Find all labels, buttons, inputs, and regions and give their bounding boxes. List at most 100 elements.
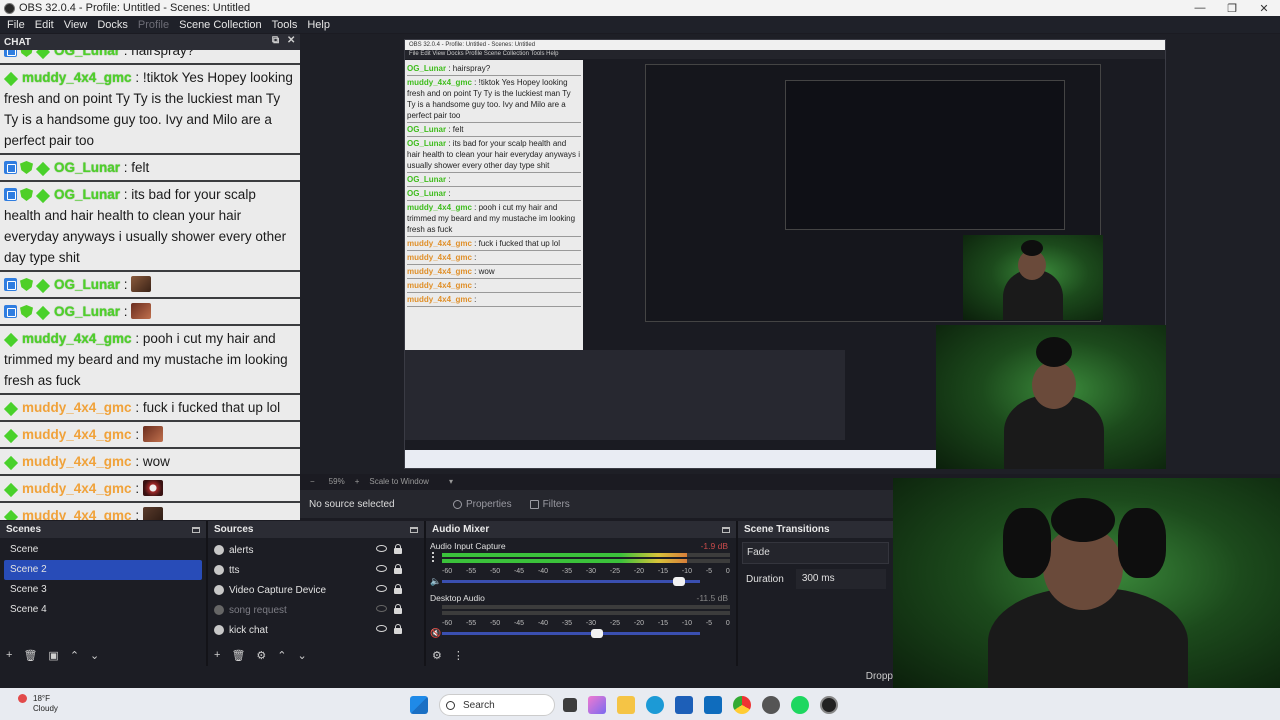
lock-icon[interactable] [394,624,402,634]
close-dock-icon[interactable]: ✕ [287,35,295,46]
menu-file[interactable]: File [2,19,30,31]
volume-slider[interactable] [442,629,700,638]
scenes-dock: Scenes Scene Scene 2 Scene 3 Scene 4 + 🗑 ▣ … [0,521,208,666]
task-view-icon[interactable] [563,698,577,712]
visibility-eye-icon[interactable] [376,545,387,552]
add-scene-button[interactable]: + [6,649,12,661]
sources-header: Sources [208,521,424,538]
store-icon[interactable] [675,696,693,714]
source-item[interactable]: kick chat [208,620,424,640]
channel-db: -11.5 dB [696,593,728,603]
add-source-button[interactable]: + [214,649,220,661]
scale-dropdown-icon[interactable]: ▾ [449,477,453,486]
volume-meter [442,559,730,563]
remove-scene-button[interactable]: 🗑 [23,649,37,662]
source-properties-button[interactable]: ⚙ [256,649,266,662]
chat-message-list[interactable]: OG_Lunar : hairspray? muddy_4x4_gmc : !ti… [0,50,300,520]
nested-chat-text: : [471,253,477,262]
file-explorer-icon[interactable] [617,696,635,714]
sources-title: Sources [214,524,254,535]
chat-username[interactable]: muddy_4x4_gmc [22,400,132,415]
copilot-icon[interactable] [588,696,606,714]
volume-slider[interactable] [442,577,700,586]
filters-button[interactable]: Filters [529,499,570,510]
float-dock-icon[interactable]: ⧉ [272,35,279,46]
chat-username[interactable]: OG_Lunar [54,50,120,58]
minimize-button[interactable]: — [1184,0,1216,16]
visibility-eye-icon[interactable] [376,605,387,612]
float-dock-icon[interactable] [410,526,418,533]
visibility-eye-icon[interactable] [376,625,387,632]
source-item[interactable]: song request [208,600,424,620]
outlook-icon[interactable] [704,696,722,714]
remove-source-button[interactable]: 🗑 [231,649,245,662]
menu-view[interactable]: View [59,19,93,31]
edge-icon[interactable] [646,696,664,714]
lock-icon[interactable] [394,544,402,554]
chat-username[interactable]: muddy_4x4_gmc [22,427,132,442]
chat-username[interactable]: OG_Lunar [54,277,120,292]
move-up-button[interactable]: ⌃ [70,649,79,662]
spotify-icon[interactable] [791,696,809,714]
menu-scene-collection[interactable]: Scene Collection [174,19,267,31]
menu-docks[interactable]: Docks [92,19,133,31]
zoom-in-button[interactable]: + [355,477,360,486]
maximize-button[interactable]: ❐ [1216,0,1248,16]
source-item[interactable]: tts [208,560,424,580]
menu-profile[interactable]: Profile [133,19,174,31]
transition-select[interactable]: Fade [742,542,889,564]
lock-icon[interactable] [394,564,402,574]
source-item[interactable]: alerts [208,540,424,560]
chrome-icon[interactable] [733,696,751,714]
scene-item[interactable]: Scene 2 [4,560,202,580]
advanced-audio-button[interactable]: ⚙ [432,649,442,662]
slider-knob[interactable] [590,629,603,638]
lock-icon[interactable] [394,584,402,594]
chat-username[interactable]: OG_Lunar [54,160,120,175]
nested-menu: File Edit View Docks Profile Scene Colle… [405,50,1165,59]
scale-mode-select[interactable]: Scale to Window [369,477,429,486]
float-dock-icon[interactable] [192,526,200,533]
chat-username[interactable]: OG_Lunar [54,187,120,202]
weather-widget[interactable]: 18°F Cloudy [18,694,58,714]
visibility-eye-icon[interactable] [376,565,387,572]
speaker-icon[interactable]: 🔈 [430,576,441,586]
menu-tools[interactable]: Tools [267,19,303,31]
menu-edit[interactable]: Edit [30,19,59,31]
chat-username[interactable]: muddy_4x4_gmc [22,70,132,85]
obs-taskbar-icon[interactable] [820,696,838,714]
meter-tick-label: -25 [609,620,621,627]
chat-username[interactable]: muddy_4x4_gmc [22,454,132,469]
lock-icon[interactable] [394,604,402,614]
meter-tick-label: -45 [513,568,525,575]
nested-chat-message: OG_Lunar : felt [407,123,581,137]
nested-chat-message: muddy_4x4_gmc : [407,293,581,307]
taskbar-search[interactable]: Search [439,694,555,716]
muted-speaker-icon[interactable]: 🔇 [430,628,441,638]
slider-knob[interactable] [673,577,686,586]
scene-item[interactable]: Scene [4,540,202,560]
menu-help[interactable]: Help [302,19,335,31]
chat-username[interactable]: muddy_4x4_gmc [22,331,132,346]
scene-item[interactable]: Scene 3 [4,580,202,600]
close-button[interactable]: ✕ [1248,0,1280,16]
scene-filters-button[interactable]: ▣ [48,649,58,662]
emote-icon [131,303,152,319]
windows-start-icon[interactable] [410,696,428,714]
source-item[interactable]: Video Capture Device [208,580,424,600]
duration-input[interactable]: 300 ms [795,569,886,589]
mixer-menu-button[interactable]: ⋮ [453,649,464,662]
chat-username[interactable]: OG_Lunar [54,304,120,319]
channel-menu-icon[interactable] [432,552,435,562]
scene-item[interactable]: Scene 4 [4,600,202,620]
chat-username[interactable]: muddy_4x4_gmc [22,481,132,496]
settings-icon[interactable] [762,696,780,714]
chat-username[interactable]: muddy_4x4_gmc [22,508,132,520]
visibility-eye-icon[interactable] [376,585,387,592]
move-down-button[interactable]: ⌄ [90,649,99,662]
float-dock-icon[interactable] [722,526,730,533]
move-down-button[interactable]: ⌄ [298,649,307,662]
properties-button[interactable]: Properties [453,499,512,510]
zoom-out-button[interactable]: − [310,477,315,486]
move-up-button[interactable]: ⌃ [277,649,286,662]
